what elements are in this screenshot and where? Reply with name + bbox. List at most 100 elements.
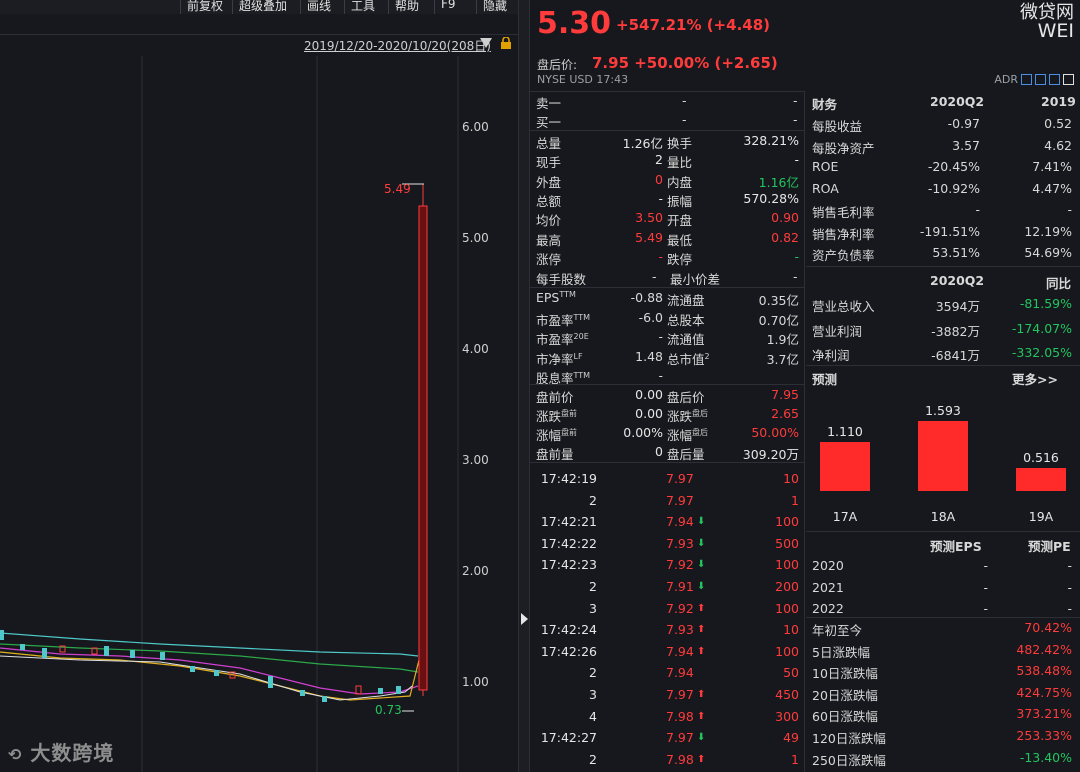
lock-icon[interactable] xyxy=(500,37,512,49)
low-price-marker: 0.73 xyxy=(375,703,402,717)
prepost-label-text: 盘后价 xyxy=(667,390,705,405)
tick-volume: 100 xyxy=(775,557,799,573)
prepost-value: 0.00 xyxy=(635,387,663,402)
valuation-label-sup: 2 xyxy=(704,351,710,361)
prepost-value: 0.00 xyxy=(635,406,663,421)
forecast-year: 2020 xyxy=(812,558,844,573)
performance-label: 年初至今 xyxy=(812,623,863,638)
tick-volume: 1 xyxy=(791,492,799,508)
orderbook-label: 卖一 xyxy=(536,96,562,111)
valuation-value: 3.7亿 xyxy=(766,351,799,367)
divider xyxy=(530,384,805,385)
prepost-label-sup: 盘后 xyxy=(692,408,709,418)
valuation-label: 流通值 xyxy=(667,329,705,348)
tick-time: 2 xyxy=(589,492,597,508)
prepost-row: 涨跌盘前 0.00 涨跌盘后 2.65 xyxy=(530,405,805,424)
forecast-eps: - xyxy=(983,579,988,595)
range-dropdown-icon[interactable] xyxy=(480,38,492,48)
y-tick: 1.00 xyxy=(462,675,489,689)
tick-row: 2 7.98 ⬆ 1 xyxy=(530,751,805,770)
forecast-bar-value: 1.110 xyxy=(827,424,863,440)
tick-row: 17:42:23 7.92 ⬇ 100 xyxy=(530,556,805,575)
financial-label: 资产负债率 xyxy=(812,248,875,263)
stat-label: 开盘 xyxy=(667,213,693,229)
tick-time: 17:42:26 xyxy=(540,643,597,659)
stock-code: WEI xyxy=(1037,20,1074,42)
toolbar-button-fuquan[interactable]: 前复权 xyxy=(180,0,229,14)
y-tick: 6.00 xyxy=(462,120,489,134)
info-icon[interactable] xyxy=(1035,74,1046,85)
tick-volume: 50 xyxy=(783,665,799,681)
toolbar-button-f9[interactable]: F9 xyxy=(434,0,462,14)
toolbar-button-hide[interactable]: 隐藏 xyxy=(476,0,513,14)
panel-splitter[interactable] xyxy=(518,0,530,772)
valuation-label-text: 流通值 xyxy=(667,332,705,347)
performance-row: 120日涨跌幅 253.33% xyxy=(806,727,1080,748)
y-tick: 3.00 xyxy=(462,453,489,467)
stat-label: 振幅 xyxy=(667,193,693,209)
tick-size-value: - xyxy=(793,269,798,284)
down-arrow-icon: ⬇ xyxy=(697,537,706,549)
forecast-bar-category: 17A xyxy=(832,509,858,524)
performance-row: 5日涨跌幅 482.42% xyxy=(806,641,1080,662)
forecast-pe: - xyxy=(1067,579,1072,595)
price-chart[interactable]: 6.00 5.00 4.00 3.00 2.00 1.00 5.49 0.73 xyxy=(0,56,520,772)
valuation-label-sup: TTM xyxy=(573,370,591,380)
stat-value: 1.26亿 xyxy=(622,136,663,151)
collapse-panel-icon[interactable] xyxy=(521,613,528,625)
divider xyxy=(806,531,1080,532)
stats-row: 最高 5.49 最低 0.82 xyxy=(530,229,805,248)
financial-label: 销售净利率 xyxy=(812,226,875,242)
toolbar-button-help[interactable]: 帮助 xyxy=(388,0,425,14)
forecast-eps: - xyxy=(983,558,988,573)
valuation-label-text: 市盈率 xyxy=(536,312,574,328)
stat-label: 最低 xyxy=(667,232,693,248)
adr-label[interactable]: ADR xyxy=(994,73,1018,86)
down-arrow-icon: ⬇ xyxy=(697,559,706,571)
col-2019: 2019 xyxy=(1041,94,1076,109)
tick-time: 2 xyxy=(589,665,597,681)
financial-row: 每股净资产 3.57 4.62 xyxy=(806,137,1080,158)
financial-label: 每股净资产 xyxy=(812,140,875,156)
tick-row: 17:42:26 7.94 ⬆ 100 xyxy=(530,643,805,662)
candlestick-svg xyxy=(0,56,459,772)
tick-price: 7.94 xyxy=(666,643,694,659)
date-range-label[interactable]: 2019/12/20-2020/10/20(208日) xyxy=(304,37,491,54)
valuation-value: 1.9亿 xyxy=(766,332,799,347)
y-tick: 5.00 xyxy=(462,231,489,245)
financial-value: -0.97 xyxy=(947,116,980,131)
toolbar-button-tools[interactable]: 工具 xyxy=(344,0,381,14)
performance-value: 253.33% xyxy=(1016,728,1072,743)
income-col-period: 2020Q2 xyxy=(930,273,985,288)
stat-value: - xyxy=(658,190,663,206)
orderbook-price: - xyxy=(682,93,687,108)
up-arrow-icon: ⬆ xyxy=(697,645,706,657)
financial-value: 0.52 xyxy=(1044,116,1072,131)
stat-value: 1.16亿 xyxy=(758,174,799,190)
tick-time: 4 xyxy=(589,708,597,724)
toolbar-button-overlay[interactable]: 超级叠加 xyxy=(232,0,293,14)
tick-volume: 10 xyxy=(783,471,799,486)
financial-value: -20.45% xyxy=(927,159,980,174)
stat-label: 外盘 xyxy=(536,174,562,190)
orderbook-price: - xyxy=(682,112,687,127)
tick-row: 17:42:19 7.97 10 xyxy=(530,470,805,489)
edit-icon[interactable] xyxy=(1021,74,1032,85)
prepost-label: 盘后价 xyxy=(667,387,705,406)
toolbar-button-draw[interactable]: 画线 xyxy=(300,0,337,14)
lot-size-label: 每手股数 xyxy=(536,272,587,287)
financial-row: 资产负债率 53.51% 54.69% xyxy=(806,244,1080,265)
tick-volume: 100 xyxy=(775,600,799,616)
valuation-label-text: 总市值 xyxy=(667,351,705,367)
performance-row: 10日涨跌幅 538.48% xyxy=(806,662,1080,683)
stats-row: 外盘 0 内盘 1.16亿 xyxy=(530,171,805,190)
prepost-value: 0 xyxy=(655,444,663,459)
tick-price: 7.94 xyxy=(666,665,694,681)
add-icon[interactable] xyxy=(1063,74,1074,85)
prepost-row: 盘前量 0 盘后量 309.20万 xyxy=(530,443,805,462)
valuation-label: 市盈率20E xyxy=(536,329,589,348)
alert-icon[interactable] xyxy=(1049,74,1060,85)
forecast-more-link[interactable]: 更多>> xyxy=(1012,369,1058,388)
prepost-label-sup: 盘前 xyxy=(561,408,578,418)
tick-row: 17:42:27 7.97 ⬇ 49 xyxy=(530,729,805,748)
